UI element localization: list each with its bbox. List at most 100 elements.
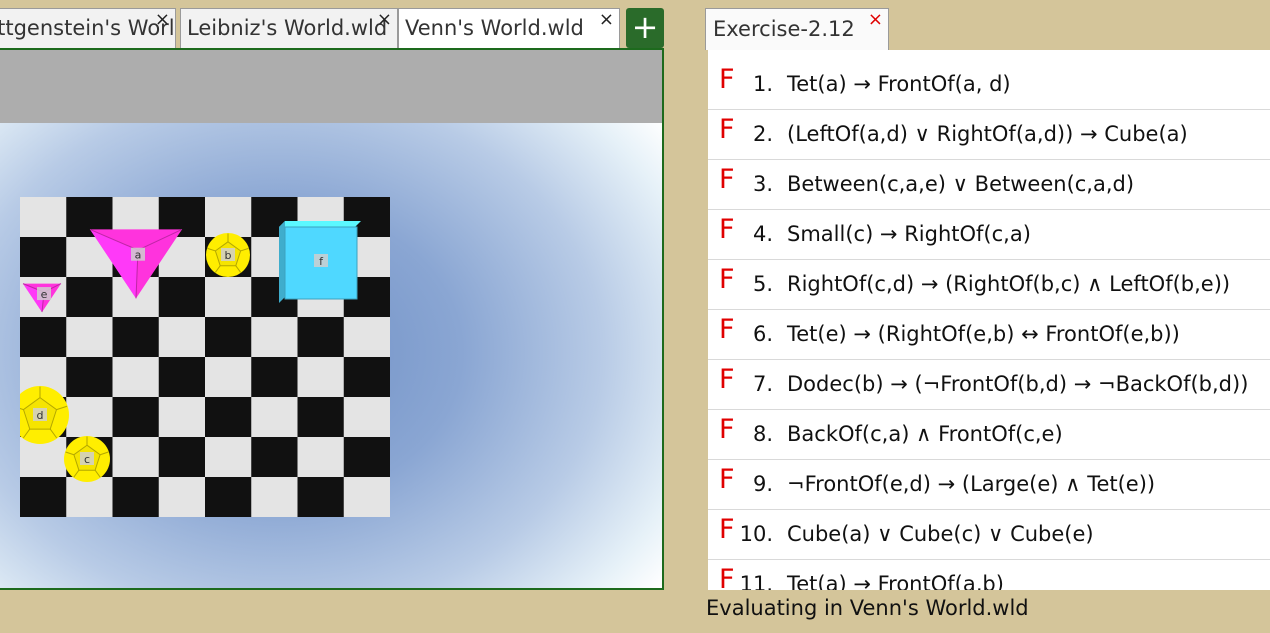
add-tab-button[interactable]: + [626,8,664,48]
board-square [112,437,160,478]
block-c[interactable]: c [64,436,110,482]
block-label: a [135,249,142,262]
board-square [343,317,390,358]
board-square [112,477,160,517]
sentence-number: 6. [752,322,773,346]
board-square [66,477,113,517]
block-label: e [41,288,48,301]
sentence-row[interactable]: F 9. ¬FrontOf(e,d) → (Large(e) ∧ Tet(e)) [708,460,1270,510]
board-square [297,397,345,438]
sentence-row[interactable]: F 3. Between(c,a,e) ∨ Between(c,a,d) [708,160,1270,210]
sentence-number: 1. [752,72,773,96]
close-icon[interactable]: × [868,9,883,30]
sentence-number: 2. [752,122,773,146]
exercise-title: Exercise-2.12 [713,17,855,41]
board-square [297,317,345,358]
block-label: d [37,409,44,422]
board-square [158,477,206,517]
sentence-formula: Tet(e) → (RightOf(e,b) ↔ FrontOf(e,b)) [787,322,1180,346]
sentence-formula: Small(c) → RightOf(c,a) [787,222,1031,246]
sentence-row[interactable]: F 6. Tet(e) → (RightOf(e,b) ↔ FrontOf(e,b)… [708,310,1270,360]
close-icon[interactable]: × [377,10,392,30]
sentence-formula: Between(c,a,e) ∨ Between(c,a,d) [787,172,1135,196]
tab-leibniz-world[interactable]: Leibniz's World.wld × [180,8,398,48]
tab-label: Wittgenstein's World.wld [0,16,175,40]
board-square [158,317,206,358]
board-square [158,397,206,438]
status-text: Evaluating in Venn's World.wld [706,596,1029,620]
block-b[interactable]: b [206,233,250,277]
world-toolbar [0,50,662,123]
sentence-number: 10. [739,522,773,546]
board-square [297,437,345,478]
sentence-number: 9. [752,472,773,496]
sentence-list[interactable]: F 1. Tet(a) → FrontOf(a, d) F 2. (LeftOf(a,d)… [708,50,1270,590]
sentence-row[interactable]: F 2. (LeftOf(a,d) ∨ RightOf(a,d)) → Cube(a… [708,110,1270,160]
world-view: a b c d e f [0,48,664,590]
board-square [158,357,206,398]
board-square [112,357,160,398]
board-square [205,197,252,238]
tab-label: Leibniz's World.wld [187,16,388,40]
board-square [205,277,252,318]
sentence-number: 4. [752,222,773,246]
board-square [251,397,298,438]
board-square [20,317,67,358]
world-board[interactable]: a b c d e f [20,197,390,517]
board-square [343,357,390,398]
board-square [251,437,298,478]
board-square [20,197,67,238]
board-square [297,357,345,398]
sentence-formula: ¬FrontOf(e,d) → (Large(e) ∧ Tet(e)) [787,472,1156,496]
sentence-row[interactable]: F 1. Tet(a) → FrontOf(a, d) [708,60,1270,110]
board-square [205,357,252,398]
sentence-formula: Cube(a) ∨ Cube(c) ∨ Cube(e) [787,522,1094,546]
board-square [158,277,206,318]
board-square [112,397,160,438]
sentence-number: 5. [752,272,773,296]
sentence-row[interactable]: F 8. BackOf(c,a) ∧ FrontOf(c,e) [708,410,1270,460]
board-square [205,397,252,438]
sentence-row[interactable]: F 4. Small(c) → RightOf(c,a) [708,210,1270,260]
board-square [112,317,160,358]
tab-exercise[interactable]: Exercise-2.12 × [705,8,889,50]
block-f[interactable]: f [279,221,361,303]
sentence-formula: Dodec(b) → (¬FrontOf(b,d) → ¬BackOf(b,d)… [787,372,1249,396]
sentence-formula: Tet(a) → FrontOf(a, d) [787,72,1011,96]
tab-wittgensteins-world[interactable]: Wittgenstein's World.wld × [0,8,176,48]
board-square [205,437,252,478]
board-square [205,317,252,358]
board-square [66,277,113,318]
tab-label: Venn's World.wld [405,16,584,40]
world-scene: a b c d e f [0,123,662,588]
block-label: b [225,249,232,262]
block-label: c [84,453,90,466]
board-square [251,357,298,398]
board-square [251,477,298,517]
sentence-formula: BackOf(c,a) ∧ FrontOf(c,e) [787,422,1063,446]
sentence-number: 7. [752,372,773,396]
sentence-formula: Tet(a) → FrontOf(a,b) [787,572,1004,590]
sentence-number: 11. [739,572,773,590]
close-icon[interactable]: × [599,10,614,30]
sentence-row[interactable]: F 10. Cube(a) ∨ Cube(c) ∨ Cube(e) [708,510,1270,560]
close-icon[interactable]: × [155,10,170,30]
board-square [251,317,298,358]
board-square [20,237,67,278]
sentence-number: 8. [752,422,773,446]
board-square [297,477,345,517]
board-square [66,397,113,438]
board-square [343,397,390,438]
sentence-number: 3. [752,172,773,196]
sentence-formula: (LeftOf(a,d) ∨ RightOf(a,d)) → Cube(a) [787,122,1188,146]
board-square [343,437,390,478]
board-square [205,477,252,517]
sentence-row[interactable]: F 7. Dodec(b) → (¬FrontOf(b,d) → ¬BackOf(b… [708,360,1270,410]
board-square [66,357,113,398]
tab-venns-world[interactable]: Venn's World.wld × [398,8,620,49]
board-square [20,477,67,517]
board-square [343,477,390,517]
sentence-row[interactable]: F 5. RightOf(c,d) → (RightOf(b,c) ∧ LeftOf… [708,260,1270,310]
board-square [158,437,206,478]
sentence-row[interactable]: F 11. Tet(a) → FrontOf(a,b) [708,560,1270,590]
